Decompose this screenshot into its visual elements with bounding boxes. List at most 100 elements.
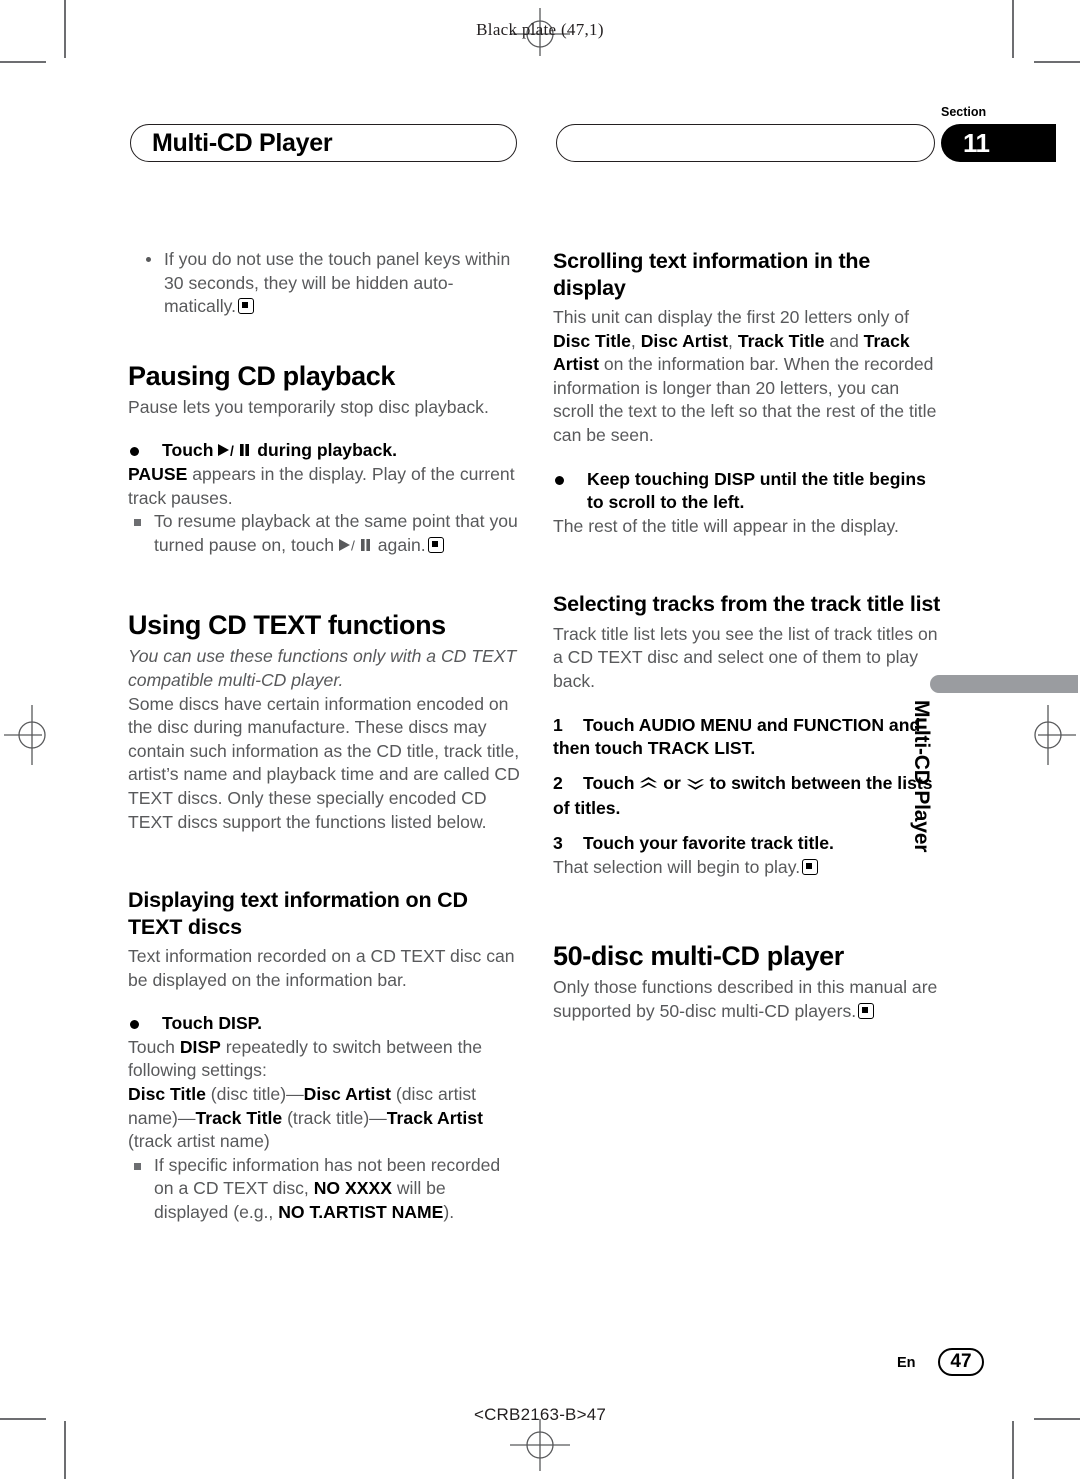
intro-note: If you do not use the touch panel keys w… (128, 248, 520, 319)
black-plate-text: Black plate (47,1) (476, 20, 604, 39)
after-step-a: Touch (128, 1036, 180, 1057)
right-column: Scrolling text information in the displa… (553, 248, 945, 1023)
setting-track-artist-desc: (track artist name) (128, 1131, 270, 1152)
step-number-3: 3 (553, 833, 563, 853)
pausing-result: PAUSE appears in the display. Play of th… (128, 463, 520, 510)
note-bullet-icon (146, 257, 151, 262)
pausing-step-suffix: during playback. (252, 440, 398, 461)
header-empty-pill (556, 124, 935, 162)
step-3-text: Touch your favorite track title. (583, 833, 834, 853)
section-number-badge (941, 124, 1056, 162)
side-thumb-tab-label: Multi-CD Player (910, 700, 933, 853)
displaying-subnote-c: ). (443, 1202, 455, 1223)
svg-text:/: / (351, 538, 355, 552)
no-xxxx-keyword: NO XXXX (313, 1178, 392, 1199)
language-code: En (897, 1355, 916, 1371)
setting-disc-title-desc: (disc title)— (205, 1084, 304, 1105)
crop-mark-bottom-left-v (64, 1421, 66, 1479)
track-list-step-1: 1 Touch AUDIO MENU and FUNCTION and then… (553, 714, 945, 761)
setting-track-title-desc: (track title)— (282, 1107, 387, 1128)
fifty-disc-body: Only those functions described in this m… (553, 976, 945, 1023)
setting-track-artist: Track Artist (386, 1107, 483, 1128)
chevron-down-double-icon (686, 774, 705, 798)
scrolling-step: Keep touching DISP until the title begin… (553, 468, 945, 515)
displaying-body: Text information recorded on a CD TEXT d… (128, 946, 515, 990)
displaying-subnote: If specific information has not been rec… (128, 1154, 520, 1225)
track-list-body: Track title list lets you see the list o… (553, 623, 938, 692)
heading-scrolling-text-information: Scrolling text information in the displa… (553, 249, 871, 300)
intro-note-text: If you do not use the touch panel keys w… (164, 249, 511, 317)
pausing-subnote-b: again. (372, 534, 426, 555)
step3-result-text: That selection will begin to play. (553, 856, 801, 877)
heading-displaying-text-information: Displaying text information on CD TEXT d… (128, 888, 468, 939)
display-settings-sequence: Disc Title (disc title)—Disc Artist (dis… (128, 1083, 520, 1154)
scrolling-body: This unit can display the first 20 lette… (553, 306, 945, 448)
kw-disc-title: Disc Title (553, 330, 631, 351)
step-number-1: 1 (553, 714, 563, 735)
fifty-disc-body-text: Only those functions described in this m… (553, 977, 938, 1021)
pause-keyword: PAUSE (128, 463, 188, 484)
scrolling-body-4: and (824, 330, 864, 351)
no-t-artist-name-keyword: NO T.ARTIST NAME (278, 1202, 444, 1223)
subnote-bullet-icon (134, 519, 141, 527)
play-pause-icon: / (218, 439, 252, 463)
registration-crosshair-icon-right (1018, 705, 1078, 765)
scrolling-step-text: Keep touching DISP until the title begin… (587, 468, 926, 513)
cdtext-body: Some discs have certain information enco… (128, 693, 520, 832)
setting-track-title: Track Title (195, 1107, 283, 1128)
scrolling-body-3: , (728, 330, 738, 351)
left-column: If you do not use the touch panel keys w… (128, 248, 520, 1225)
step-2-text-a: Touch (583, 772, 640, 793)
page-title: Multi-CD Player (152, 129, 333, 157)
pausing-step-prefix: Touch (162, 440, 219, 461)
displaying-step-text: Touch DISP. (162, 1013, 263, 1034)
part-number: <CRB2163-B>47 (473, 1405, 607, 1424)
step-1-text: Touch AUDIO MENU and FUNCTION and then t… (553, 714, 921, 759)
crop-mark-top-left-h (0, 61, 46, 63)
setting-disc-artist: Disc Artist (303, 1084, 392, 1105)
heading-using-cd-text-functions: Using CD TEXT functions (128, 610, 446, 641)
step-2-text-b: or (658, 772, 686, 793)
end-of-topic-marker-3 (802, 858, 819, 875)
svg-text:/: / (230, 443, 234, 457)
heading-50-disc-multi-cd-player: 50-disc multi-CD player (553, 941, 844, 972)
track-list-step-2: 2 Touch or to switch between the lists o… (553, 772, 945, 821)
step-bullet-icon (130, 447, 139, 457)
pausing-intro: Pause lets you temporarily stop disc pla… (128, 396, 489, 417)
setting-disc-title: Disc Title (128, 1084, 206, 1105)
step-number-2: 2 (553, 772, 563, 793)
subnote-bullet-icon-2 (134, 1162, 141, 1170)
cdtext-italic-note: You can use these functions only with a … (128, 646, 517, 690)
scrolling-body-2: , (630, 330, 641, 351)
step-bullet-icon-3 (555, 475, 564, 485)
scrolling-result: The rest of the title will appear in the… (553, 515, 899, 536)
registration-crosshair-icon-left (2, 705, 62, 765)
side-thumb-tab (930, 675, 1078, 693)
crop-mark-bottom-right-v (1012, 1421, 1014, 1479)
manual-page: Black plate (47,1) Multi-CD Player Secti… (0, 0, 1080, 1479)
disp-keyword: DISP (179, 1036, 221, 1057)
end-of-topic-marker-2 (427, 536, 444, 553)
kw-disc-artist: Disc Artist (640, 330, 729, 351)
section-number: 11 (963, 128, 990, 158)
track-list-step3-result: That selection will begin to play. (553, 856, 945, 880)
pausing-step: Touch / during playback. (128, 439, 520, 463)
crop-mark-top-right-h (1034, 61, 1080, 63)
step-bullet-icon-2 (130, 1020, 139, 1030)
play-pause-icon-2: / (338, 534, 373, 558)
scrolling-body-5: on the information bar. When the recorde… (553, 354, 937, 445)
kw-track-title: Track Title (737, 330, 825, 351)
displaying-step: Touch DISP. (128, 1012, 520, 1036)
heading-pausing-cd-playback: Pausing CD playback (128, 360, 395, 391)
scrolling-body-1: This unit can display the first 20 lette… (553, 307, 909, 327)
end-of-topic-marker-4 (858, 1002, 875, 1019)
chevron-up-double-icon (639, 774, 658, 798)
pausing-subnote-a: To resume playback at the same point tha… (154, 511, 518, 555)
heading-selecting-tracks-from-track-title-list: Selecting tracks from the track title li… (553, 592, 941, 617)
track-list-step-3: 3 Touch your favorite track title. (553, 832, 945, 856)
page-number-badge: 47 (938, 1348, 984, 1376)
displaying-after-step: Touch DISP repeatedly to switch between … (128, 1036, 520, 1083)
section-label: Section (941, 105, 987, 119)
end-of-topic-marker (238, 298, 255, 315)
pausing-subnote: To resume playback at the same point tha… (128, 510, 520, 557)
